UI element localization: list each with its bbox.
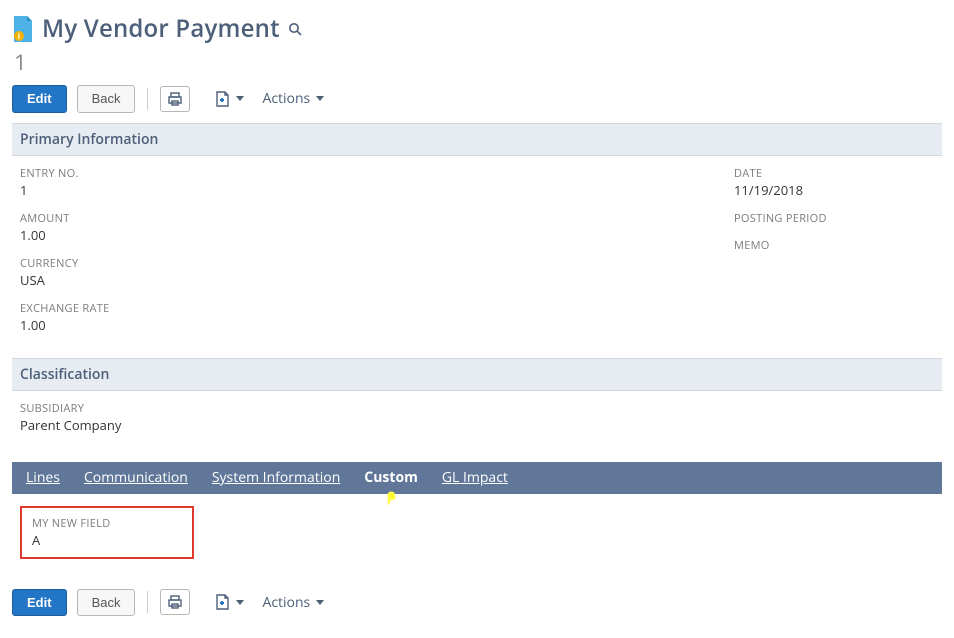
new-dropdown[interactable] (214, 593, 244, 611)
record-icon: i (12, 16, 34, 42)
record-number: 1 (14, 47, 942, 77)
field-label: EXCHANGE RATE (20, 301, 694, 316)
print-button[interactable] (160, 86, 190, 112)
primary-left-col: ENTRY NO. 1 AMOUNT 1.00 CURRENCY USA EXC… (20, 166, 694, 346)
toolbar-divider (147, 591, 148, 613)
section-header-primary: Primary Information (12, 123, 942, 156)
subtab-lines[interactable]: Lines (26, 468, 60, 487)
section-header-classification: Classification (12, 358, 942, 391)
action-bar-top: Edit Back Actions (12, 85, 942, 113)
field-value: USA (20, 271, 694, 289)
field-value: A (32, 531, 182, 549)
actions-dropdown[interactable]: Actions (262, 89, 324, 108)
primary-right-col: DATE 11/19/2018 POSTING PERIOD MEMO (734, 166, 934, 346)
field-label: POSTING PERIOD (734, 211, 934, 226)
subtab-custom[interactable]: Custom☝ (364, 468, 418, 487)
field-value: 1.00 (20, 226, 694, 244)
section-body-classification: SUBSIDIARY Parent Company (12, 391, 942, 458)
section-body-primary: ENTRY NO. 1 AMOUNT 1.00 CURRENCY USA EXC… (12, 156, 942, 358)
custom-tab-content: MY NEW FIELD A (12, 494, 942, 589)
field-label: MY NEW FIELD (32, 516, 182, 531)
field-value: Parent Company (20, 416, 934, 434)
field-memo: MEMO (734, 238, 934, 253)
field-label: SUBSIDIARY (20, 401, 934, 416)
field-amount: AMOUNT 1.00 (20, 211, 694, 244)
cursor-pointer-icon: ☝ (384, 490, 399, 507)
field-value: 1 (20, 181, 694, 199)
back-button[interactable]: Back (77, 85, 136, 113)
subtab-system-information[interactable]: System Information (212, 468, 340, 487)
field-label: CURRENCY (20, 256, 694, 271)
search-icon[interactable] (288, 19, 302, 41)
new-dropdown[interactable] (214, 90, 244, 108)
actions-dropdown[interactable]: Actions (262, 593, 324, 612)
field-label: ENTRY NO. (20, 166, 694, 181)
field-date: DATE 11/19/2018 (734, 166, 934, 199)
highlighted-field: MY NEW FIELD A (20, 506, 194, 559)
actions-label: Actions (262, 89, 310, 108)
svg-text:i: i (18, 31, 20, 42)
actions-label: Actions (262, 593, 310, 612)
edit-button[interactable]: Edit (12, 589, 67, 617)
back-button[interactable]: Back (77, 589, 136, 617)
field-currency: CURRENCY USA (20, 256, 694, 289)
page-title: My Vendor Payment (42, 12, 280, 45)
field-label: AMOUNT (20, 211, 694, 226)
field-label: MEMO (734, 238, 934, 253)
toolbar-divider (147, 88, 148, 110)
subtab-gl-impact[interactable]: GL Impact (442, 468, 508, 487)
field-value: 1.00 (20, 316, 694, 334)
field-subsidiary: SUBSIDIARY Parent Company (20, 401, 934, 434)
field-entry-no: ENTRY NO. 1 (20, 166, 694, 199)
field-label: DATE (734, 166, 934, 181)
subtab-bar: Lines Communication System Information Cust… (12, 462, 942, 494)
action-bar-bottom: Edit Back Actions (12, 589, 942, 617)
field-exchange-rate: EXCHANGE RATE 1.00 (20, 301, 694, 334)
subtab-communication[interactable]: Communication (84, 468, 188, 487)
print-button[interactable] (160, 589, 190, 615)
edit-button[interactable]: Edit (12, 85, 67, 113)
field-posting-period: POSTING PERIOD (734, 211, 934, 226)
field-value: 11/19/2018 (734, 181, 934, 199)
page-title-row: i My Vendor Payment (12, 12, 942, 45)
